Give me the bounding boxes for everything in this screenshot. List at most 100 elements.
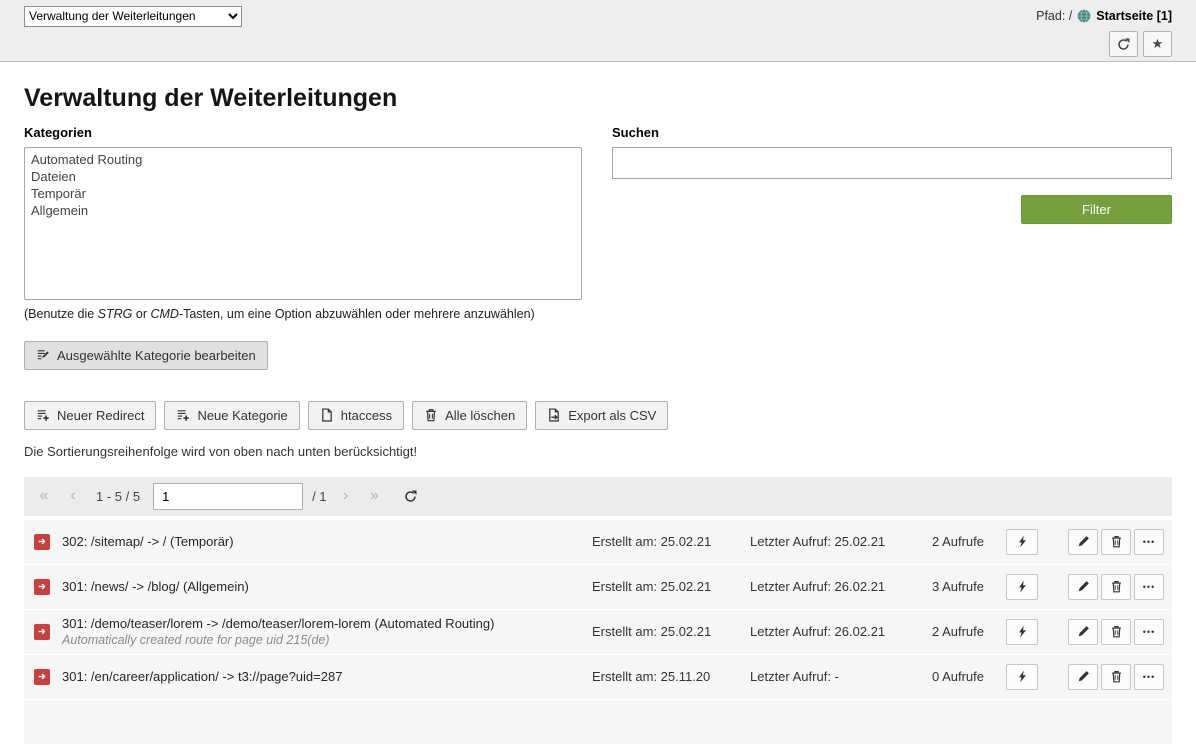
hit-count: 2 Aufrufe: [898, 534, 984, 549]
redirect-title[interactable]: 301: /en/career/application/ -> t3://pag…: [62, 669, 592, 684]
arrow-icon: [37, 626, 48, 637]
more-options-button[interactable]: •••: [1134, 619, 1164, 645]
created-date: Erstellt am: 25.02.21: [592, 579, 750, 594]
redirect-row: 301: /news/ -> /blog/ (Allgemein) Erstel…: [24, 565, 1172, 610]
edit-form-icon: [36, 348, 50, 362]
action-bar: Neuer Redirect Neue Kategorie htaccess A…: [24, 401, 1172, 430]
new-redirect-button[interactable]: Neuer Redirect: [24, 401, 156, 430]
bolt-icon: [1016, 670, 1029, 683]
module-select[interactable]: Verwaltung der Weiterleitungen: [24, 6, 242, 27]
edit-button[interactable]: [1068, 529, 1098, 555]
pencil-icon: [1077, 625, 1090, 638]
created-date: Erstellt am: 25.02.21: [592, 534, 750, 549]
sorting-note: Die Sortierungsreihenfolge wird von oben…: [24, 444, 1172, 459]
refresh-icon: [1117, 38, 1130, 51]
module-body: Verwaltung der Weiterleitungen Kategorie…: [0, 84, 1196, 745]
redirect-list: « ‹ 1 - 5 / 5 / 1 › » 302: /sitemap/ -> …: [24, 477, 1172, 745]
last-hit-date: Letzter Aufruf: 25.02.21: [750, 534, 898, 549]
globe-icon: [1077, 9, 1091, 23]
redirect-rows: 302: /sitemap/ -> / (Temporär) Erstellt …: [24, 520, 1172, 745]
htaccess-button[interactable]: htaccess: [308, 401, 404, 430]
edit-button[interactable]: [1068, 664, 1098, 690]
refresh-icon: [404, 490, 417, 503]
categories-select[interactable]: Automated Routing Dateien Temporär Allge…: [24, 147, 582, 300]
trash-icon: [1110, 670, 1123, 683]
arrow-icon: [37, 581, 48, 592]
trash-icon: [1110, 535, 1123, 548]
reload-module-button[interactable]: [1109, 31, 1138, 57]
redirect-row: 301: /en/career/application/ -> t3://pag…: [24, 655, 1172, 700]
more-options-button[interactable]: •••: [1134, 664, 1164, 690]
search-input[interactable]: [612, 147, 1172, 179]
redirect-record-icon[interactable]: [34, 624, 50, 640]
star-icon: ★: [1152, 36, 1164, 52]
bolt-icon: [1016, 580, 1029, 593]
pencil-icon: [1077, 670, 1090, 683]
edit-category-label: Ausgewählte Kategorie bearbeiten: [57, 348, 256, 363]
edit-button[interactable]: [1068, 574, 1098, 600]
redirect-title[interactable]: 301: /demo/teaser/lorem -> /demo/teaser/…: [62, 616, 592, 631]
filter-button[interactable]: Filter: [1021, 195, 1172, 224]
path-label: Pfad: /: [1036, 9, 1072, 23]
path-page-title[interactable]: Startseite [1]: [1096, 9, 1172, 23]
redirect-row: 302: /sitemap/ -> / (Temporär) Erstellt …: [24, 520, 1172, 565]
prev-page-button[interactable]: ‹: [63, 483, 83, 509]
category-option[interactable]: Allgemein: [25, 202, 581, 219]
last-hit-date: Letzter Aufruf: -: [750, 669, 898, 684]
pencil-icon: [1077, 580, 1090, 593]
delete-button[interactable]: [1101, 574, 1131, 600]
refresh-list-button[interactable]: [398, 483, 424, 509]
redirect-record-icon[interactable]: [34, 579, 50, 595]
created-date: Erstellt am: 25.11.20: [592, 669, 750, 684]
last-hit-date: Letzter Aufruf: 26.02.21: [750, 624, 898, 639]
hit-count: 2 Aufrufe: [898, 624, 984, 639]
trash-icon: [1110, 625, 1123, 638]
redirect-row: 301: /demo/teaser/lorem -> /demo/teaser/…: [24, 610, 1172, 655]
category-option[interactable]: Dateien: [25, 168, 581, 185]
arrow-icon: [37, 671, 48, 682]
delete-button[interactable]: [1101, 619, 1131, 645]
hit-count-button[interactable]: [1006, 664, 1038, 690]
new-category-button[interactable]: Neue Kategorie: [164, 401, 299, 430]
hit-count: 0 Aufrufe: [898, 669, 984, 684]
bookmark-button[interactable]: ★: [1143, 31, 1172, 57]
redirect-title[interactable]: 302: /sitemap/ -> / (Temporär): [62, 534, 592, 549]
trash-icon: [424, 408, 438, 422]
page-range: 1 - 5 / 5: [96, 489, 140, 504]
hit-count-button[interactable]: [1006, 574, 1038, 600]
delete-button[interactable]: [1101, 664, 1131, 690]
pencil-icon: [1077, 535, 1090, 548]
edit-category-button[interactable]: Ausgewählte Kategorie bearbeiten: [24, 341, 268, 370]
delete-button[interactable]: [1101, 529, 1131, 555]
redirect-record-icon[interactable]: [34, 669, 50, 685]
redirect-row-partial: [24, 700, 1172, 745]
redirect-subtitle: Automatically created route for page uid…: [62, 633, 592, 647]
new-record-icon: [176, 408, 190, 422]
select-hint: (Benutze die STRG or CMD-Tasten, um eine…: [24, 307, 582, 321]
breadcrumb: Pfad: / Startseite [1]: [1036, 9, 1172, 23]
redirect-title[interactable]: 301: /news/ -> /blog/ (Allgemein): [62, 579, 592, 594]
redirect-record-icon[interactable]: [34, 534, 50, 550]
last-page-button[interactable]: »: [365, 483, 385, 509]
pagination-bar: « ‹ 1 - 5 / 5 / 1 › »: [24, 477, 1172, 516]
hit-count-button[interactable]: [1006, 619, 1038, 645]
trash-icon: [1110, 580, 1123, 593]
hit-count: 3 Aufrufe: [898, 579, 984, 594]
page-title: Verwaltung der Weiterleitungen: [24, 84, 1172, 113]
edit-button[interactable]: [1068, 619, 1098, 645]
page-total: / 1: [312, 489, 326, 504]
export-csv-button[interactable]: Export als CSV: [535, 401, 668, 430]
categories-label: Kategorien: [24, 125, 582, 140]
search-label: Suchen: [612, 125, 1172, 140]
page-input[interactable]: [153, 483, 303, 510]
first-page-button[interactable]: «: [34, 483, 54, 509]
hit-count-button[interactable]: [1006, 529, 1038, 555]
filter-section: Kategorien Automated Routing Dateien Tem…: [24, 125, 1172, 370]
more-options-button[interactable]: •••: [1134, 574, 1164, 600]
new-record-icon: [36, 408, 50, 422]
next-page-button[interactable]: ›: [336, 483, 356, 509]
category-option[interactable]: Temporär: [25, 185, 581, 202]
category-option[interactable]: Automated Routing: [25, 151, 581, 168]
more-options-button[interactable]: •••: [1134, 529, 1164, 555]
delete-all-button[interactable]: Alle löschen: [412, 401, 527, 430]
